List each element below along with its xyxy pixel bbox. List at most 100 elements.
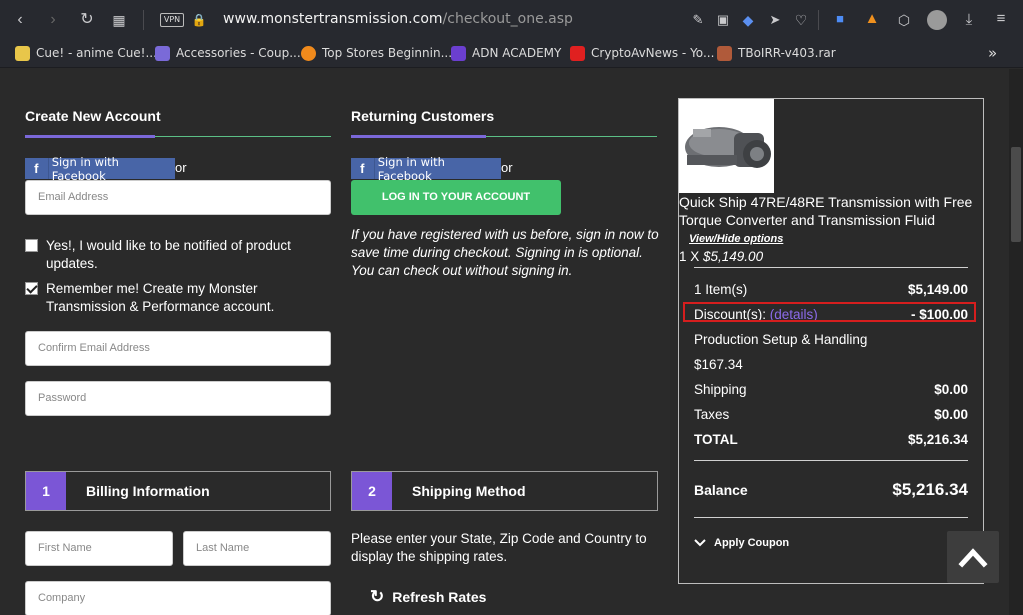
shield-icon[interactable]: ◆ <box>739 12 757 28</box>
refresh-icon: ↻ <box>370 587 385 606</box>
extension-icon[interactable]: ■ <box>831 11 849 27</box>
lock-icon[interactable]: 🔒 <box>190 12 208 28</box>
quantity-line: 1 X $5,149.00 <box>679 249 763 264</box>
shipping-note: Please enter your State, Zip Code and Co… <box>351 531 647 564</box>
shipping-row: Shipping $0.00 <box>694 382 968 397</box>
taxes-label: Taxes <box>694 407 730 422</box>
remember-label: Remember me! Create my Monster Transmiss… <box>46 281 275 314</box>
bookmark-label: CryptoAvNews - Yo... <box>591 46 715 60</box>
or-label: or <box>175 160 187 175</box>
facebook-signin-label: Sign in with Facebook <box>51 154 119 183</box>
step-title: Billing Information <box>86 483 210 499</box>
url-host: www.monstertransmission.com <box>223 11 443 27</box>
cube-icon[interactable]: ⬡ <box>895 12 913 28</box>
send-icon[interactable]: ➤ <box>766 12 784 28</box>
step-number: 2 <box>352 472 392 510</box>
section-divider <box>351 135 657 138</box>
back-to-top-button[interactable] <box>947 531 999 583</box>
metamask-icon[interactable]: ▲ <box>863 11 881 27</box>
section-divider <box>25 135 331 138</box>
summary-divider <box>694 517 968 518</box>
bookmark-label: Top Stores Beginnin... <box>322 46 453 60</box>
company-field[interactable]: Company <box>25 581 331 615</box>
facebook-signin-button[interactable]: f Sign in with Facebook <box>25 155 175 183</box>
shipping-step-header[interactable]: 2 Shipping Method <box>351 471 658 511</box>
facebook-icon: f <box>25 158 49 179</box>
summary-divider <box>694 460 968 461</box>
view-hide-options-link[interactable]: View/Hide options <box>689 233 783 245</box>
balance-label: Balance <box>694 482 748 498</box>
confirm-email-field[interactable]: Confirm Email Address <box>25 331 331 366</box>
forward-icon[interactable]: › <box>44 12 62 28</box>
returning-customers-title: Returning Customers <box>351 108 495 124</box>
bookmark-favicon-icon <box>301 45 316 61</box>
bookmark-label: ADN ACADEMY <box>472 46 562 60</box>
scrollbar-thumb[interactable] <box>1011 147 1021 242</box>
refresh-rates-button[interactable]: ↻ Refresh Rates <box>370 587 486 607</box>
shipping-label: Shipping <box>694 382 747 397</box>
chevron-down-icon <box>694 539 706 547</box>
password-field[interactable]: Password <box>25 381 331 416</box>
remember-checkbox[interactable] <box>25 282 38 295</box>
bookmark-label: Cue! - anime Cue!... <box>36 46 157 60</box>
address-bar[interactable]: www.monstertransmission.com/checkout_one… <box>223 11 573 27</box>
items-value: $5,149.00 <box>907 282 968 297</box>
shipping-value: $0.00 <box>934 382 968 397</box>
facebook-icon: f <box>351 158 375 179</box>
qty-prefix: 1 X <box>679 249 704 264</box>
facebook-signin-button[interactable]: f Sign in with Facebook <box>351 155 501 183</box>
balance-row: Balance $5,216.34 <box>694 480 968 500</box>
bookmark-item[interactable]: Accessories - Coup... <box>155 45 301 61</box>
items-label: 1 Item(s) <box>694 282 748 297</box>
menu-icon[interactable]: ≡ <box>992 11 1010 27</box>
bookmark-item[interactable]: Top Stores Beginnin... <box>301 45 452 61</box>
product-title[interactable]: Quick Ship 47RE/48RE Transmission with F… <box>679 193 979 229</box>
vpn-badge[interactable]: VPN <box>160 13 184 27</box>
last-name-field[interactable]: Last Name <box>183 531 331 566</box>
billing-step-header[interactable]: 1 Billing Information <box>25 471 331 511</box>
remember-checkbox-row[interactable]: Remember me! Create my Monster Transmiss… <box>25 280 325 316</box>
bookmark-item[interactable]: CryptoAvNews - Yo... <box>570 45 714 61</box>
email-field[interactable]: Email Address <box>25 180 331 215</box>
taxes-row: Taxes $0.00 <box>694 407 968 422</box>
apply-coupon-toggle[interactable]: Apply Coupon <box>694 537 789 549</box>
notify-checkbox[interactable] <box>25 239 38 252</box>
reload-icon[interactable]: ↻ <box>78 12 96 28</box>
profile-avatar-icon[interactable] <box>927 10 947 30</box>
share-icon[interactable]: ✎ <box>689 12 707 28</box>
bookmark-item[interactable]: ADN ACADEMY <box>451 45 561 61</box>
notify-checkbox-row[interactable]: Yes!, I would like to be notified of pro… <box>25 237 325 273</box>
bookmarks-overflow-button[interactable]: » <box>988 44 997 62</box>
step-number: 1 <box>26 472 66 510</box>
total-label: TOTAL <box>694 432 738 447</box>
download-icon[interactable]: ⤓ <box>960 12 978 28</box>
notify-label: Yes!, I would like to be notified of pro… <box>46 238 291 271</box>
total-value: $5,216.34 <box>907 432 968 447</box>
tabs-grid-icon[interactable]: ▦ <box>110 12 128 28</box>
setup-value: $167.34 <box>694 357 743 372</box>
camera-icon[interactable]: ▣ <box>714 12 732 28</box>
total-row: TOTAL $5,216.34 <box>694 432 968 447</box>
balance-value: $5,216.34 <box>892 480 968 499</box>
discount-highlight-box <box>683 302 976 322</box>
qty-price: $5,149.00 <box>703 249 764 264</box>
product-image[interactable] <box>679 99 774 193</box>
bookmark-item[interactable]: TBoIRR-v403.rar <box>717 45 836 61</box>
signin-note: If you have registered with us before, s… <box>351 227 659 278</box>
heart-icon[interactable]: ♡ <box>792 12 810 28</box>
login-button[interactable]: LOG IN TO YOUR ACCOUNT <box>351 180 561 215</box>
bookmark-label: Accessories - Coup... <box>176 46 301 60</box>
back-icon[interactable]: ‹ <box>11 12 29 28</box>
refresh-rates-label: Refresh Rates <box>392 589 487 605</box>
toolbar-separator <box>143 10 144 30</box>
transmission-image <box>679 99 774 193</box>
taxes-value: $0.00 <box>934 407 968 422</box>
bookmark-favicon-icon <box>717 45 732 61</box>
browser-toolbar: ‹ › ↻ ▦ VPN 🔒 www.monstertransmission.co… <box>0 0 1023 40</box>
first-name-field[interactable]: First Name <box>25 531 173 566</box>
setup-row: Production Setup & Handling <box>694 332 968 347</box>
setup-value-row: $167.34 <box>694 357 968 372</box>
bookmark-favicon-icon <box>451 45 466 61</box>
facebook-signin-label: Sign in with Facebook <box>377 154 445 183</box>
bookmark-item[interactable]: Cue! - anime Cue!... <box>15 45 157 61</box>
